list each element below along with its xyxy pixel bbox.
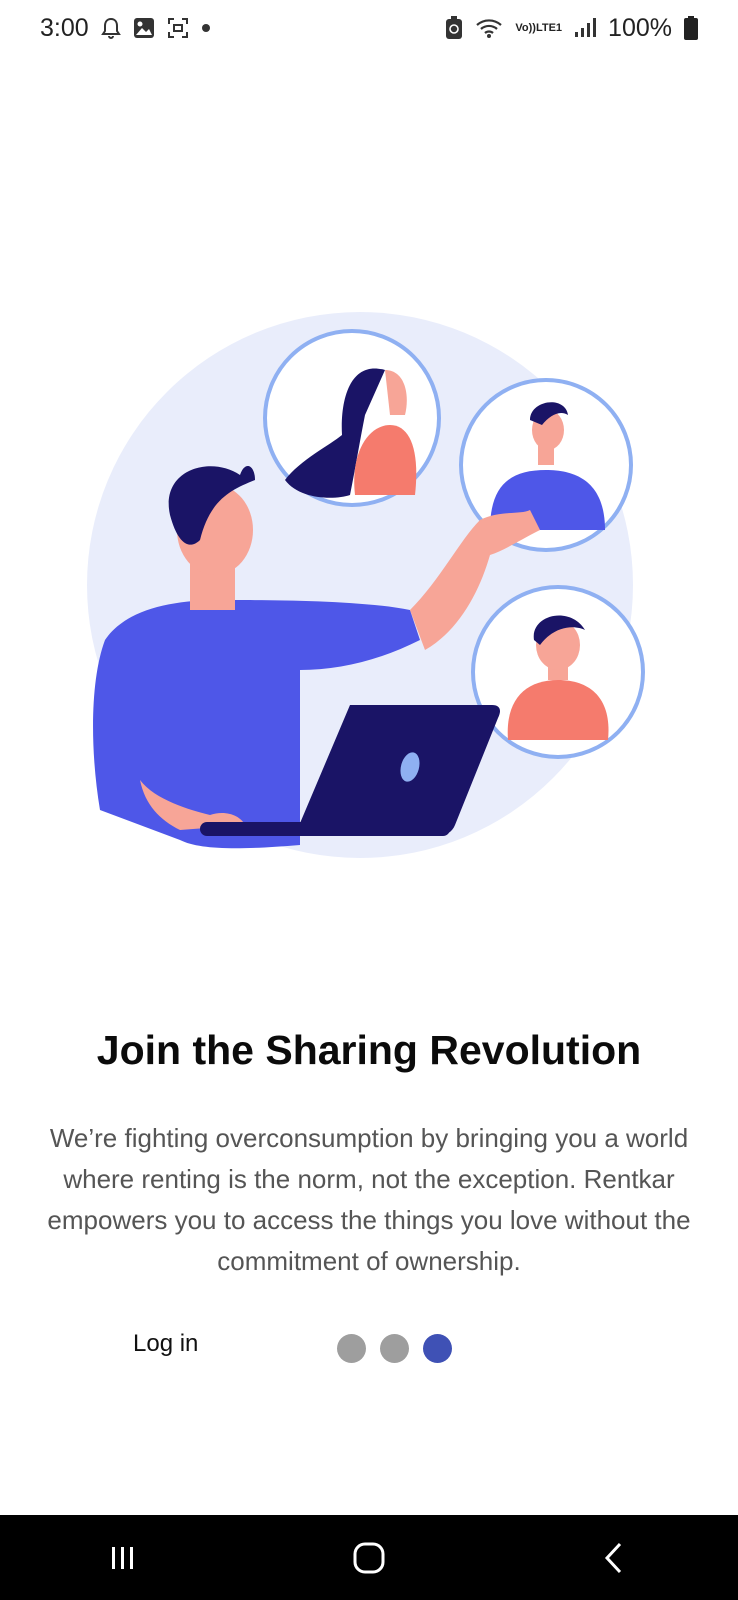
onboarding-description: We’re fighting overconsumption by bringi…	[47, 1123, 691, 1276]
status-right: Vo)) LTE1 100%	[445, 14, 698, 43]
network-type: Vo)) LTE1	[515, 21, 563, 34]
signal-icon	[574, 18, 597, 38]
page-indicator	[337, 1334, 452, 1363]
network-lte: LTE1	[535, 21, 563, 34]
bell-icon	[100, 17, 121, 39]
back-icon	[604, 1542, 622, 1573]
network-volte: Vo))	[515, 21, 536, 34]
home-icon	[353, 1542, 385, 1573]
man-avatar-circle-orange	[471, 585, 645, 759]
login-button[interactable]: Log in	[133, 1330, 198, 1358]
screenshot-icon	[167, 17, 189, 39]
woman-avatar-circle	[263, 329, 441, 507]
system-nav-bar	[0, 1515, 738, 1600]
page-dot[interactable]	[380, 1334, 409, 1363]
clock: 3:00	[40, 13, 89, 42]
recent-apps-button[interactable]	[83, 1528, 163, 1588]
wifi-icon	[475, 17, 503, 39]
page-dot[interactable]	[337, 1334, 366, 1363]
dot-icon	[201, 23, 211, 33]
recycle-icon	[445, 16, 463, 40]
battery-icon	[684, 16, 698, 40]
status-left: 3:00	[40, 14, 211, 43]
image-icon	[133, 17, 155, 39]
battery-percent: 100%	[608, 13, 672, 42]
onboarding-title: Join the Sharing Revolution	[96, 1027, 642, 1073]
back-button[interactable]	[575, 1528, 655, 1588]
status-bar: 3:00 Vo)) LTE1 100%	[0, 0, 738, 56]
page-dot-active[interactable]	[423, 1334, 452, 1363]
onboarding-illustration	[87, 312, 645, 858]
home-button[interactable]	[329, 1528, 409, 1588]
recent-apps-icon	[112, 1546, 133, 1569]
